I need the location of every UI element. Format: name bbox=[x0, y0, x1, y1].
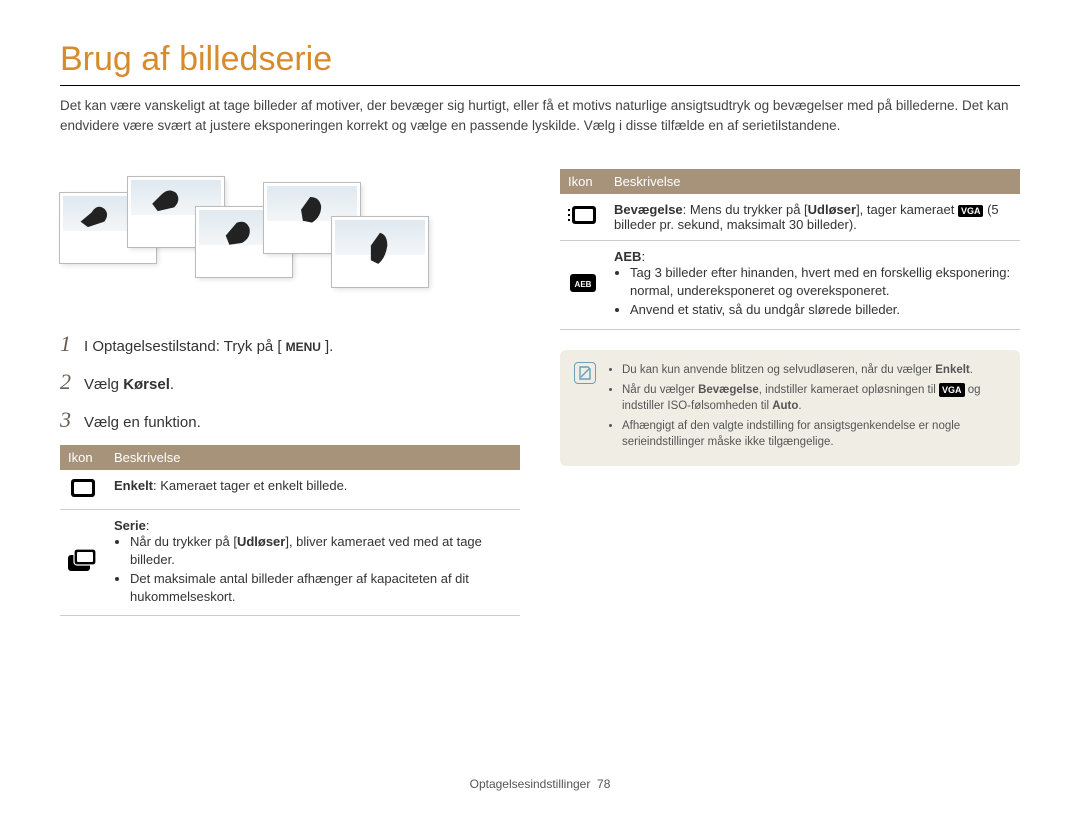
bullet: Det maksimale antal billeder afhænger af… bbox=[130, 570, 512, 605]
note-item: Du kan kun anvende blitzen og selvudløse… bbox=[622, 362, 1006, 378]
row-pre: : Mens du trykker på [ bbox=[683, 202, 808, 217]
step-number: 3 bbox=[60, 407, 84, 433]
note-mid: , indstiller kameraet opløsningen til bbox=[759, 384, 939, 396]
vga-chip: VGA bbox=[939, 383, 965, 398]
step-2-text-pre: Vælg bbox=[84, 376, 123, 393]
note-bold: Auto bbox=[772, 400, 798, 412]
motion-shot-icon bbox=[568, 205, 598, 230]
bullet: Anvend et stativ, så du undgår slørede b… bbox=[630, 301, 1012, 319]
row-name: Serie bbox=[114, 518, 146, 533]
single-shot-icon bbox=[70, 478, 96, 501]
page-footer: Optagelsesindstillinger 78 bbox=[0, 777, 1080, 791]
step-3: 3 Vælg en funktion. bbox=[60, 407, 520, 433]
row-name: Bevægelse bbox=[614, 202, 683, 217]
note-bold: Bevægelse bbox=[698, 384, 759, 396]
step-number: 1 bbox=[60, 331, 84, 357]
note-pre: Du kan kun anvende blitzen og selvudløse… bbox=[622, 364, 935, 376]
bullet-pre: Når du trykker på [ bbox=[130, 534, 237, 549]
bullet: Når du trykker på [Udløser], bliver kame… bbox=[130, 533, 512, 568]
menu-button-label: MENU bbox=[282, 339, 325, 355]
th-desc: Beskrivelse bbox=[606, 169, 1020, 194]
vga-chip: VGA bbox=[958, 205, 984, 217]
row-mid: ], tager kameraet bbox=[856, 202, 958, 217]
table-row: AEB AEB: Tag 3 billeder efter hinanden, … bbox=[560, 241, 1020, 330]
aeb-icon: AEB bbox=[569, 273, 597, 296]
table-row: Enkelt: Kameraet tager et enkelt billede… bbox=[60, 470, 520, 510]
step-1-text-pre: I Optagelsestilstand: Tryk på [ bbox=[84, 338, 282, 355]
th-desc: Beskrivelse bbox=[106, 445, 520, 470]
note-post: . bbox=[970, 364, 973, 376]
step-3-text: Vælg en funktion. bbox=[84, 414, 201, 431]
row-name: Enkelt bbox=[114, 478, 153, 493]
row-text: : Kameraet tager et enkelt billede. bbox=[153, 478, 347, 493]
options-table-right: Ikon Beskrivelse B bbox=[560, 169, 1020, 330]
th-icon: Ikon bbox=[560, 169, 606, 194]
footer-page-number: 78 bbox=[597, 777, 610, 791]
step-1: 1 I Optagelsestilstand: Tryk på [MENU]. bbox=[60, 331, 520, 357]
step-1-text-post: ]. bbox=[325, 338, 333, 355]
row-colon: : bbox=[641, 249, 645, 264]
burst-illustration bbox=[60, 163, 520, 303]
row-name: AEB bbox=[614, 249, 641, 264]
step-number: 2 bbox=[60, 369, 84, 395]
page-title: Brug af billedserie bbox=[60, 40, 1020, 79]
note-item: Afhængigt af den valgte indstilling for … bbox=[622, 418, 1006, 450]
burst-frame-5 bbox=[332, 217, 428, 287]
bullet-bold: Udløser bbox=[237, 534, 285, 549]
svg-text:AEB: AEB bbox=[575, 280, 592, 289]
note-bold: Enkelt bbox=[935, 364, 970, 376]
footer-section: Optagelsesindstillinger bbox=[470, 777, 591, 791]
title-rule bbox=[60, 85, 1020, 86]
row-bold: Udløser bbox=[808, 202, 856, 217]
note-pre: Når du vælger bbox=[622, 384, 698, 396]
bullet: Tag 3 billeder efter hinanden, hvert med… bbox=[630, 264, 1012, 299]
note-box: Du kan kun anvende blitzen og selvudløse… bbox=[560, 350, 1020, 466]
step-2: 2 Vælg Kørsel. bbox=[60, 369, 520, 395]
note-item: Når du vælger Bevægelse, indstiller kame… bbox=[622, 382, 1006, 414]
options-table-left: Ikon Beskrivelse Enkelt: Kameraet tager … bbox=[60, 445, 520, 616]
step-2-bold: Kørsel bbox=[123, 376, 170, 393]
continuous-shot-icon bbox=[68, 549, 98, 576]
table-row: Serie: Når du trykker på [Udløser], bliv… bbox=[60, 510, 520, 616]
table-row: Bevægelse: Mens du trykker på [Udløser],… bbox=[560, 194, 1020, 241]
note-icon bbox=[574, 362, 596, 384]
step-2-text-post: . bbox=[170, 376, 174, 393]
row-colon: : bbox=[146, 518, 150, 533]
intro-paragraph: Det kan være vanskeligt at tage billeder… bbox=[60, 96, 1020, 135]
note-post: . bbox=[798, 400, 801, 412]
th-icon: Ikon bbox=[60, 445, 106, 470]
